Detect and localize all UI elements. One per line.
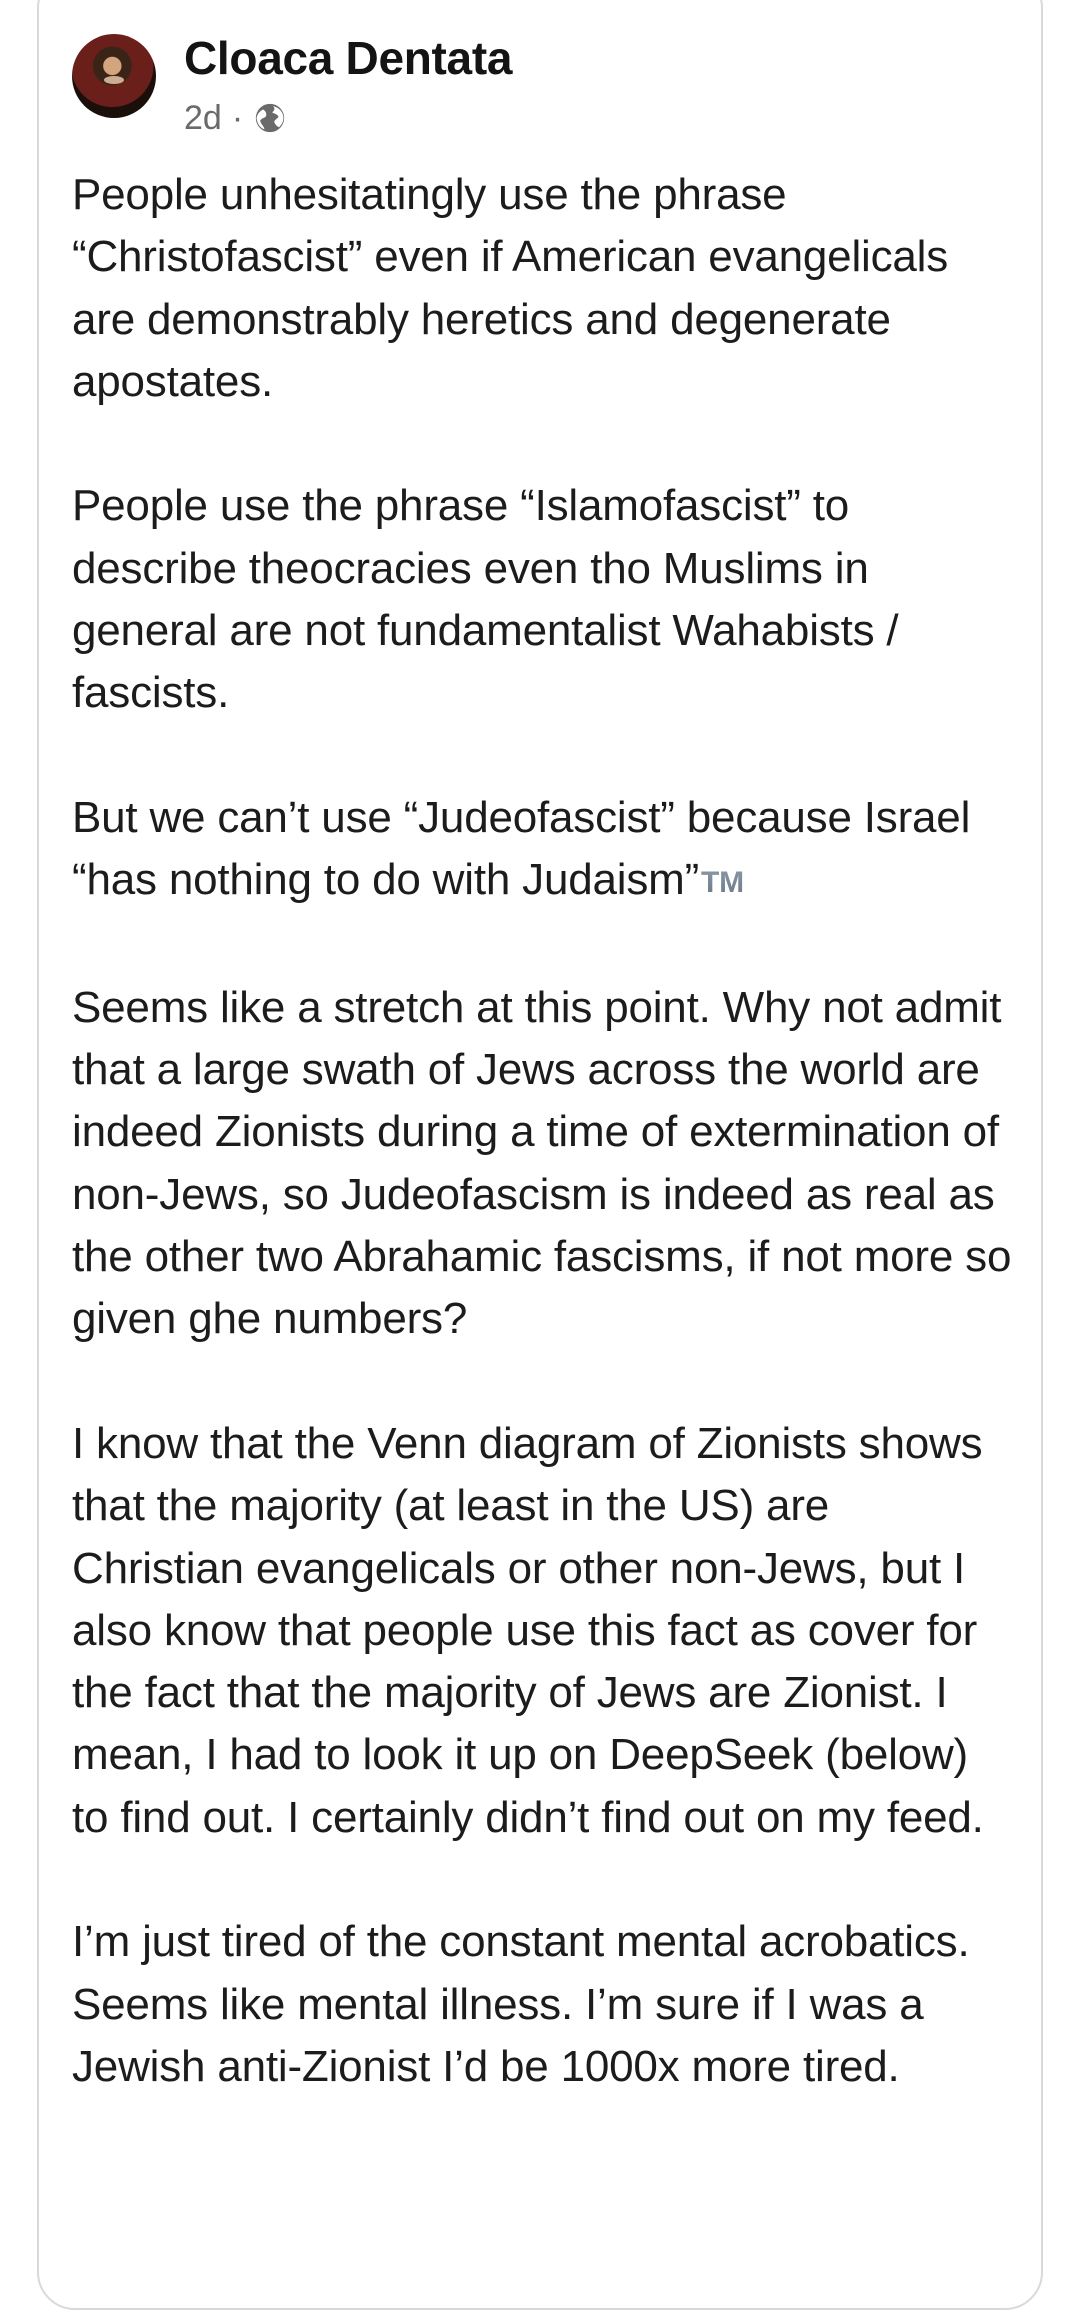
post-meta: Cloaca Dentata 2d · <box>184 32 512 138</box>
trademark-symbol: TM <box>701 852 744 914</box>
post-body: People unhesitatingly use the phrase “Ch… <box>72 164 1012 2161</box>
post-time[interactable]: 2d <box>184 98 222 138</box>
post-paragraph-3: But we can’t use “Judeofascist” because … <box>72 787 1012 915</box>
post-paragraph-1: People unhesitatingly use the phrase “Ch… <box>72 170 949 406</box>
post-subline: 2d · <box>184 98 512 138</box>
author-avatar[interactable] <box>72 34 156 118</box>
post-paragraph-2: People use the phrase “Islamofascist” to… <box>72 481 899 718</box>
post-paragraph-6: I’m just tired of the constant mental ac… <box>72 1917 970 2091</box>
author-name[interactable]: Cloaca Dentata <box>184 32 512 84</box>
post-paragraph-5: I know that the Venn diagram of Zionists… <box>72 1418 984 1842</box>
post-paragraph-3-text: But we can’t use “Judeofascist” because … <box>72 792 971 905</box>
separator-dot: · <box>231 99 244 137</box>
post-header: Cloaca Dentata 2d · <box>72 32 512 138</box>
globe-icon <box>255 103 285 133</box>
post-paragraph-4: Seems like a stretch at this point. Why … <box>72 982 1012 1344</box>
